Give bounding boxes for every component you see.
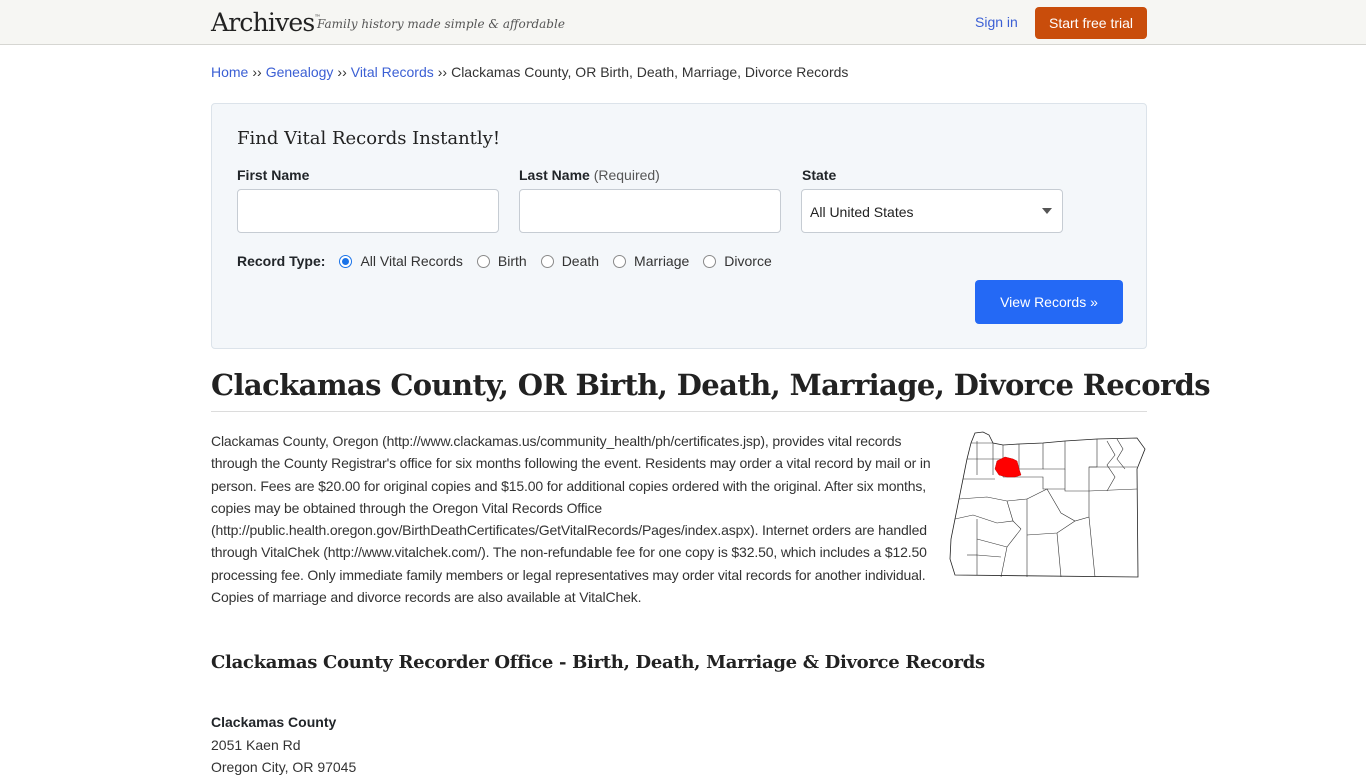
search-title: Find Vital Records Instantly!: [237, 128, 501, 149]
site-tagline: Family history made simple & affordable: [317, 17, 565, 31]
state-label: State: [802, 167, 837, 183]
radio-death[interactable]: Death: [540, 253, 599, 269]
first-name-label: First Name: [237, 167, 310, 183]
office-address-line1: 2051 Kaen Rd: [211, 737, 301, 753]
office-address-line2: Oregon City, OR 97045: [211, 759, 357, 775]
site-logo[interactable]: Archives™: [211, 8, 320, 37]
last-name-label: Last Name (Required): [519, 167, 660, 183]
breadcrumb-current: Clackamas County, OR Birth, Death, Marri…: [451, 64, 849, 80]
state-select[interactable]: All United States: [801, 189, 1063, 233]
radio-button[interactable]: [540, 254, 554, 268]
breadcrumb: Home ›› Genealogy ›› Vital Records ›› Clackama…: [211, 64, 848, 80]
radio-button[interactable]: [476, 254, 490, 268]
breadcrumb-separator: ››: [337, 64, 347, 80]
view-records-button[interactable]: View Records »: [975, 280, 1123, 324]
last-name-input[interactable]: [519, 189, 781, 233]
radio-button[interactable]: [703, 254, 717, 268]
chevron-down-icon: [1042, 208, 1052, 214]
state-select-value: All United States: [810, 204, 914, 220]
site-header: Archives™ Family history made simple & a…: [0, 0, 1366, 45]
recorder-office-heading: Clackamas County Recorder Office - Birth…: [211, 652, 985, 673]
record-type-group: Record Type: All Vital Records Birth Dea…: [237, 251, 786, 271]
oregon-county-map: [949, 431, 1146, 578]
radio-all-vital-records[interactable]: All Vital Records: [339, 253, 463, 269]
record-type-label: Record Type:: [237, 253, 326, 269]
radio-birth[interactable]: Birth: [476, 253, 527, 269]
title-divider: [211, 411, 1147, 412]
search-form: Find Vital Records Instantly! First Name…: [211, 103, 1147, 349]
breadcrumb-vital-records[interactable]: Vital Records: [351, 64, 434, 80]
breadcrumb-home[interactable]: Home: [211, 64, 248, 80]
sign-in-link[interactable]: Sign in: [975, 14, 1018, 30]
breadcrumb-separator: ››: [252, 64, 262, 80]
breadcrumb-genealogy[interactable]: Genealogy: [266, 64, 334, 80]
required-note: (Required): [593, 167, 660, 183]
office-name: Clackamas County: [211, 714, 337, 730]
radio-divorce[interactable]: Divorce: [703, 253, 772, 269]
radio-button[interactable]: [339, 254, 353, 268]
county-description: Clackamas County, Oregon (http://www.cla…: [211, 433, 931, 606]
radio-marriage[interactable]: Marriage: [613, 253, 689, 269]
radio-button[interactable]: [613, 254, 627, 268]
breadcrumb-separator: ››: [437, 64, 448, 80]
start-free-trial-button[interactable]: Start free trial: [1035, 7, 1147, 39]
page-title: Clackamas County, OR Birth, Death, Marri…: [211, 368, 1211, 402]
first-name-input[interactable]: [237, 189, 499, 233]
